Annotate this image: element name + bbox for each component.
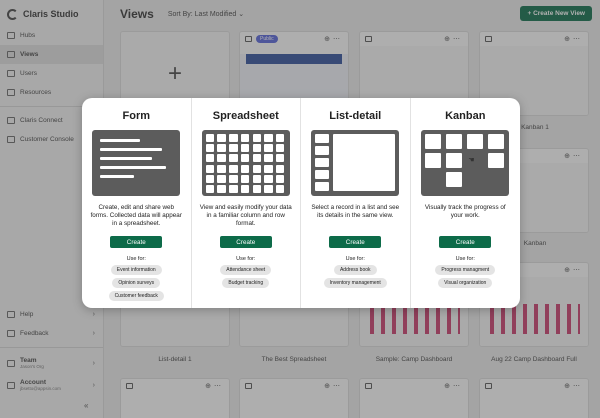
grid-cell bbox=[275, 185, 285, 193]
grid-cell bbox=[240, 154, 250, 163]
grid-cell bbox=[264, 144, 273, 153]
grid-cell bbox=[217, 154, 226, 163]
spreadsheet-preview-icon bbox=[201, 130, 290, 196]
grid-cell bbox=[264, 164, 273, 173]
kanban-preview-icon: ☚ bbox=[421, 130, 510, 196]
use-cases: Address book Inventory management bbox=[323, 265, 387, 288]
grid-cell bbox=[217, 134, 226, 142]
grid-cell bbox=[240, 134, 250, 142]
grid-cell bbox=[205, 174, 215, 183]
grid-cell bbox=[240, 164, 250, 173]
use-case-chip: Budget tracking bbox=[222, 278, 270, 288]
grid-cell bbox=[205, 144, 215, 153]
grid-cell bbox=[264, 185, 273, 193]
create-spreadsheet-button[interactable]: Create bbox=[219, 236, 272, 248]
grid-cell bbox=[217, 174, 226, 183]
grid-cell bbox=[205, 185, 215, 193]
use-case-chip: Customer feedback bbox=[108, 291, 164, 301]
use-cases: Progress managment Visual organization bbox=[435, 265, 496, 288]
use-case-chip: Event information bbox=[110, 265, 162, 275]
grid-cell bbox=[252, 185, 262, 193]
grid-cell bbox=[252, 164, 262, 173]
grid-cell bbox=[205, 164, 215, 173]
view-type-description: Select a record in a list and see its de… bbox=[311, 204, 400, 220]
grid-cell bbox=[229, 164, 238, 173]
grid-cell bbox=[217, 144, 226, 153]
grid-cell bbox=[275, 174, 285, 183]
list-detail-preview-icon bbox=[311, 130, 400, 196]
create-list-detail-button[interactable]: Create bbox=[329, 236, 382, 248]
use-for-label: Use for: bbox=[126, 256, 146, 262]
view-type-list-detail[interactable]: List-detail Select a record in a list an… bbox=[301, 98, 411, 308]
grid-cell bbox=[275, 144, 285, 153]
use-case-chip: Opinion surveys bbox=[112, 278, 161, 288]
use-case-chip: Inventory management bbox=[323, 278, 387, 288]
create-form-button[interactable]: Create bbox=[110, 236, 163, 248]
grid-cell bbox=[217, 164, 226, 173]
use-case-chip: Attendance sheet bbox=[220, 265, 272, 275]
grid-cell bbox=[229, 134, 238, 142]
view-type-description: Visually track the progress of your work… bbox=[424, 204, 506, 220]
view-type-title: Spreadsheet bbox=[212, 110, 279, 122]
use-case-chip: Progress managment bbox=[435, 265, 496, 275]
view-type-description: View and easily modify your data in a fa… bbox=[199, 204, 292, 228]
use-for-label: Use for: bbox=[455, 256, 475, 262]
grid-cell bbox=[240, 174, 250, 183]
grid-cell bbox=[252, 154, 262, 163]
grid-cell bbox=[217, 185, 226, 193]
grid-cell bbox=[205, 154, 215, 163]
view-type-title: Kanban bbox=[445, 110, 486, 122]
grid-cell bbox=[229, 144, 238, 153]
grid-cell bbox=[264, 174, 273, 183]
view-type-form[interactable]: Form Create, edit and share web forms. C… bbox=[82, 98, 192, 308]
use-case-chip: Address book bbox=[333, 265, 377, 275]
grid-cell bbox=[240, 185, 250, 193]
grid-cell bbox=[264, 134, 273, 142]
grid-cell bbox=[252, 174, 262, 183]
grid-cell bbox=[229, 154, 238, 163]
form-preview-icon bbox=[92, 130, 181, 196]
grid-cell bbox=[275, 154, 285, 163]
grid-cell bbox=[275, 164, 285, 173]
grid-cell bbox=[252, 144, 262, 153]
view-type-spreadsheet[interactable]: Spreadsheet View and easily modify your … bbox=[192, 98, 301, 308]
grid-cell bbox=[275, 134, 285, 142]
view-type-title: Form bbox=[122, 110, 151, 122]
hand-cursor-icon: ☚ bbox=[468, 157, 475, 164]
create-kanban-button[interactable]: Create bbox=[439, 236, 492, 248]
use-cases: Event information Opinion surveys Custom… bbox=[108, 265, 164, 301]
view-type-title: List-detail bbox=[329, 110, 382, 122]
view-type-kanban[interactable]: Kanban ☚ Visually track the progress of … bbox=[411, 98, 521, 308]
create-view-modal: Form Create, edit and share web forms. C… bbox=[82, 98, 520, 308]
use-for-label: Use for: bbox=[236, 256, 256, 262]
use-case-chip: Visual organization bbox=[438, 278, 493, 288]
grid-cell bbox=[252, 134, 262, 142]
use-for-label: Use for: bbox=[345, 256, 365, 262]
use-cases: Attendance sheet Budget tracking bbox=[220, 265, 272, 288]
grid-cell bbox=[240, 144, 250, 153]
grid-cell bbox=[229, 185, 238, 193]
grid-cell bbox=[205, 134, 215, 142]
grid-cell bbox=[229, 174, 238, 183]
view-type-description: Create, edit and share web forms. Collec… bbox=[90, 204, 182, 228]
grid-cell bbox=[264, 154, 273, 163]
